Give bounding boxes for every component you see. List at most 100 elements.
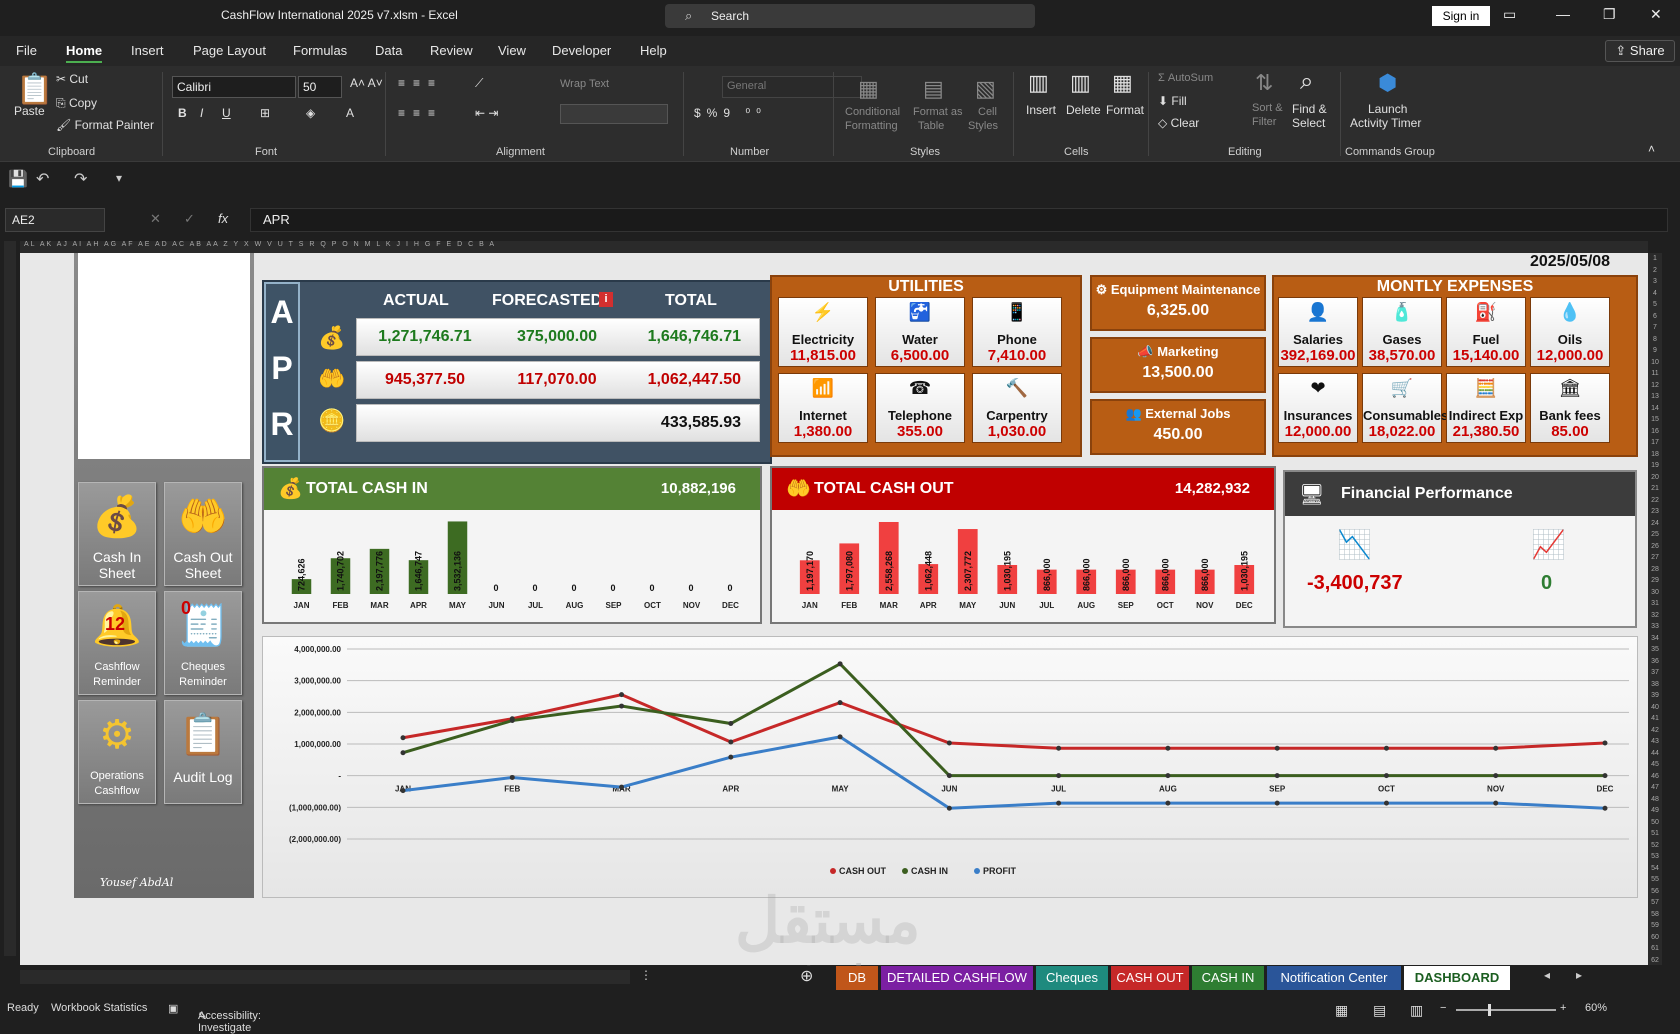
menu-review[interactable]: Review: [430, 43, 473, 58]
add-sheet-icon[interactable]: ⊕: [800, 966, 813, 986]
more-icon[interactable]: ⋮: [640, 968, 652, 982]
expense-salaries-cell[interactable]: 👤 Salaries 392,169.00: [1278, 297, 1358, 367]
menu-help[interactable]: Help: [640, 43, 667, 58]
tab-notification-center[interactable]: Notification Center: [1267, 966, 1401, 990]
tab-cash-out[interactable]: CASH OUT: [1111, 966, 1189, 990]
copy-button[interactable]: ⎘ Copy: [56, 96, 97, 111]
zoom-out-icon[interactable]: −: [1440, 1002, 1446, 1014]
format-as-table-label-2[interactable]: Table: [918, 120, 944, 132]
paste-button[interactable]: Paste: [14, 104, 45, 118]
operations-cashflow-button[interactable]: ⚙ Operations Cashflow: [78, 700, 156, 804]
tab-cash-in[interactable]: CASH IN: [1192, 966, 1264, 990]
menu-page-layout[interactable]: Page Layout: [193, 43, 266, 58]
launch-label-1[interactable]: Launch: [1368, 102, 1407, 116]
zoom-in-icon[interactable]: +: [1560, 1002, 1566, 1014]
zoom-level[interactable]: 60%: [1585, 1002, 1607, 1014]
close-icon[interactable]: ✕: [1650, 6, 1662, 23]
sort-filter-label-2[interactable]: Filter: [1252, 116, 1276, 128]
vertical-align-icons[interactable]: ≡≡≡: [398, 76, 443, 90]
page-break-view-icon[interactable]: ▥: [1410, 1002, 1423, 1019]
cell-styles-label-2[interactable]: Styles: [968, 120, 998, 132]
horizontal-align-icons[interactable]: ≡≡≡: [398, 106, 443, 120]
menu-home[interactable]: Home: [66, 43, 103, 63]
expense-consumables-cell[interactable]: 🛒 Consumables 18,022.00: [1362, 373, 1448, 443]
month-letters[interactable]: A P R: [264, 282, 300, 462]
page-layout-view-icon[interactable]: ▤: [1373, 1002, 1386, 1019]
expense-oils-cell[interactable]: 💧 Oils 12,000.00: [1530, 297, 1610, 367]
card-equipment-maintenance[interactable]: ⚙ Equipment Maintenance 6,325.00: [1090, 275, 1266, 331]
launch-label-2[interactable]: Activity Timer: [1350, 116, 1421, 130]
sort-filter-label-1[interactable]: Sort &: [1252, 102, 1283, 114]
zoom-slider[interactable]: [1456, 1009, 1556, 1011]
cut-button[interactable]: ✂ Cut: [56, 72, 88, 86]
expense-indirect-exp-cell[interactable]: 🧮 Indirect Exp 21,380.50: [1446, 373, 1526, 443]
workbook-statistics[interactable]: Workbook Statistics: [51, 1002, 147, 1014]
find-select-label-2[interactable]: Select: [1292, 116, 1325, 130]
card-marketing[interactable]: 📣 Marketing 13,500.00: [1090, 337, 1266, 393]
insert-function-icon[interactable]: fx: [218, 211, 228, 226]
share-button[interactable]: ⇪ Share: [1605, 40, 1675, 62]
fill-button[interactable]: ⬇ Fill: [1158, 94, 1187, 108]
scroll-tabs-right-icon[interactable]: ▸: [1576, 968, 1582, 982]
menu-view[interactable]: View: [498, 43, 526, 58]
formula-input[interactable]: APR: [250, 208, 1668, 232]
menu-data[interactable]: Data: [375, 43, 402, 58]
customize-qat-icon[interactable]: ▾: [116, 171, 122, 185]
grow-font-icon[interactable]: A˄ A˅: [350, 76, 383, 90]
redo-icon[interactable]: ↷: [74, 169, 87, 189]
format-as-table-icon[interactable]: ▤: [923, 76, 944, 102]
wrap-text-button[interactable]: Wrap Text: [560, 78, 609, 90]
utility-phone-cell[interactable]: 📱 Phone 7,410.00: [972, 297, 1062, 367]
collapse-ribbon-icon[interactable]: ˄: [1648, 142, 1655, 156]
format-painter-button[interactable]: 🖌 Format Painter: [56, 118, 154, 132]
cash-out-sheet-button[interactable]: 🤲 Cash Out Sheet: [164, 482, 242, 586]
menu-formulas[interactable]: Formulas: [293, 43, 347, 58]
font-name-select[interactable]: Calibri: [172, 76, 296, 98]
delete-cells-button[interactable]: Delete: [1066, 103, 1101, 117]
menu-file[interactable]: File: [16, 43, 37, 58]
expense-insurances-cell[interactable]: ❤ Insurances 12,000.00: [1278, 373, 1358, 443]
number-format-icons[interactable]: $%9 ⁰⁰: [694, 106, 767, 120]
conditional-label-2[interactable]: Formatting: [845, 120, 898, 132]
utility-water-cell[interactable]: 🚰 Water 6,500.00: [875, 297, 965, 367]
font-color-icon[interactable]: A: [346, 106, 354, 120]
orientation-icon[interactable]: ⟋: [475, 76, 483, 91]
italic-icon[interactable]: I: [200, 106, 203, 120]
insert-cells-icon[interactable]: ▥: [1028, 70, 1049, 96]
name-box[interactable]: AE2: [5, 208, 105, 232]
cashflow-reminder-button[interactable]: 🔔 12 Cashflow Reminder: [78, 591, 156, 695]
font-size-select[interactable]: 50: [298, 76, 342, 98]
tab-detailed-cashflow[interactable]: DETAILED CASHFLOW: [881, 966, 1033, 990]
cancel-formula-icon[interactable]: ✕: [150, 211, 161, 227]
undo-icon[interactable]: ↶: [36, 169, 49, 189]
find-select-label-1[interactable]: Find &: [1292, 102, 1327, 116]
conditional-formatting-icon[interactable]: ▦: [858, 76, 879, 102]
expense-gases-cell[interactable]: 🧴 Gases 38,570.00: [1362, 297, 1442, 367]
clear-button[interactable]: ◇ Clear: [1158, 116, 1199, 130]
tab-cheques[interactable]: Cheques: [1036, 966, 1108, 990]
cash-in-sheet-button[interactable]: 💰 Cash In Sheet: [78, 482, 156, 586]
maximize-icon[interactable]: ❐: [1603, 6, 1616, 23]
borders-icon[interactable]: ⊞: [260, 106, 270, 120]
row-headers[interactable]: 1 2 3 4 5 6 7 8 9 10 11 12 13 14 15 16 17 18 19 20 21 22 23 24 2…: [1648, 253, 1662, 965]
cell-styles-icon[interactable]: ▧: [975, 76, 996, 102]
launch-timer-icon[interactable]: ⬢: [1378, 70, 1397, 96]
zoom-slider-handle[interactable]: [1488, 1004, 1491, 1016]
sort-filter-icon[interactable]: ⇅: [1255, 70, 1273, 96]
merge-center-select[interactable]: [560, 104, 668, 124]
format-cells-button[interactable]: Format: [1106, 103, 1144, 117]
tab-dashboard[interactable]: DASHBOARD: [1404, 966, 1510, 990]
minimize-icon[interactable]: —: [1556, 6, 1570, 22]
ribbon-display-icon[interactable]: ▭: [1503, 6, 1516, 23]
utility-electricity-cell[interactable]: ⚡ Electricity 11,815.00: [778, 297, 868, 367]
format-as-table-label-1[interactable]: Format as: [913, 106, 963, 118]
bold-icon[interactable]: B: [178, 106, 187, 120]
insert-cells-button[interactable]: Insert: [1026, 103, 1056, 117]
expense-bank-fees-cell[interactable]: 🏛 Bank fees 85.00: [1530, 373, 1610, 443]
paste-icon[interactable]: 📋: [16, 72, 53, 107]
info-icon[interactable]: i: [599, 292, 613, 307]
search-box[interactable]: ⌕ Search: [665, 4, 1035, 28]
normal-view-icon[interactable]: ▦: [1335, 1002, 1348, 1019]
indent-icons[interactable]: ⇤ ⇥: [475, 106, 498, 120]
autosum-button[interactable]: Σ AutoSum: [1158, 72, 1213, 84]
